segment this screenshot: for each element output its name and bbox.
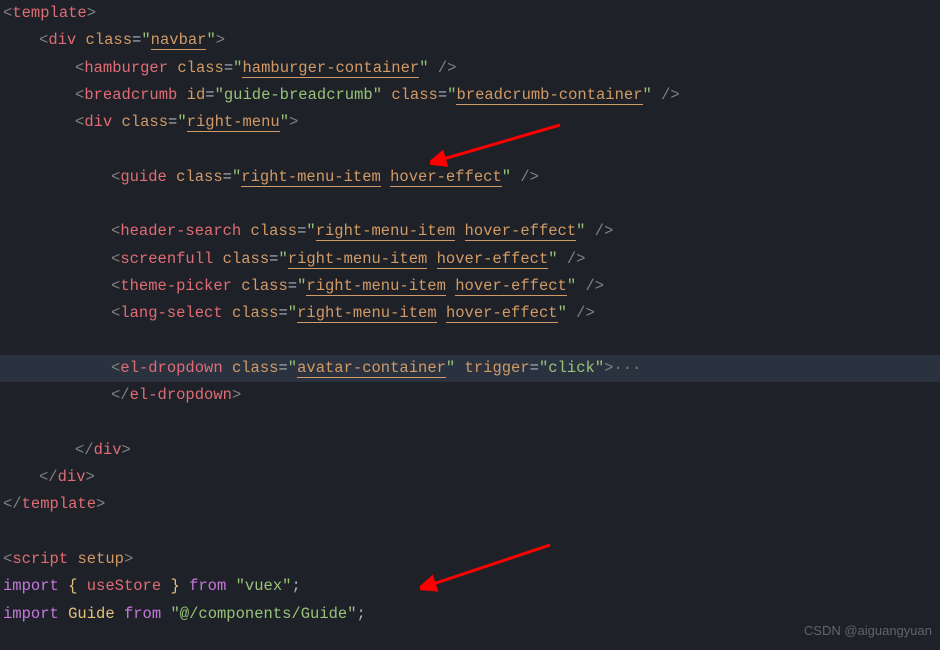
code-line[interactable]: <screenfull class="right-menu-item hover…	[0, 246, 940, 273]
code-line-blank[interactable]	[0, 409, 940, 436]
code-line[interactable]: </template>	[0, 491, 940, 518]
code-line[interactable]: <template>	[0, 0, 940, 27]
code-line[interactable]: <script setup>	[0, 546, 940, 573]
code-line[interactable]: <theme-picker class="right-menu-item hov…	[0, 273, 940, 300]
code-line[interactable]: </el-dropdown>	[0, 382, 940, 409]
code-line-blank[interactable]	[0, 136, 940, 163]
code-line[interactable]: import Guide from "@/components/Guide";	[0, 601, 940, 628]
code-line[interactable]: <lang-select class="right-menu-item hove…	[0, 300, 940, 327]
code-editor[interactable]: <template> <div class="navbar"> <hamburg…	[0, 0, 940, 650]
code-line-blank[interactable]	[0, 519, 940, 546]
code-line[interactable]: import { useStore } from "vuex";	[0, 573, 940, 600]
code-line[interactable]: <header-search class="right-menu-item ho…	[0, 218, 940, 245]
watermark-text: CSDN @aiguangyuan	[804, 617, 932, 644]
fold-ellipsis-icon[interactable]: ···	[613, 359, 641, 377]
code-line-blank[interactable]	[0, 191, 940, 218]
code-line[interactable]: </div>	[0, 464, 940, 491]
code-line[interactable]: <hamburger class="hamburger-container" /…	[0, 55, 940, 82]
code-line-highlighted[interactable]: <el-dropdown class="avatar-container" tr…	[0, 355, 940, 382]
code-line-blank[interactable]	[0, 328, 940, 355]
code-line[interactable]: <div class="navbar">	[0, 27, 940, 54]
code-line[interactable]: <breadcrumb id="guide-breadcrumb" class=…	[0, 82, 940, 109]
code-line[interactable]: <guide class="right-menu-item hover-effe…	[0, 164, 940, 191]
code-line[interactable]: <div class="right-menu">	[0, 109, 940, 136]
code-line[interactable]: </div>	[0, 437, 940, 464]
